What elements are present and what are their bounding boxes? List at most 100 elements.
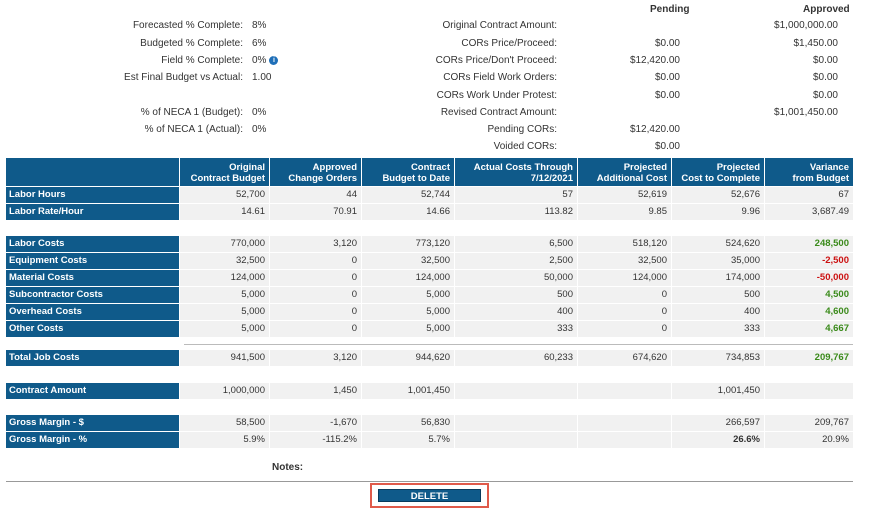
table-cell: 5,000 (362, 304, 454, 320)
row-label: Equipment Costs (6, 253, 179, 269)
cors-dont-proceed-label: CORs Price/Don't Proceed: (435, 55, 557, 66)
table-cell: 248,500 (765, 236, 853, 252)
table-cell: 0 (578, 287, 671, 303)
table-row-gross-margin-dollar: Gross Margin - $58,500 -1,670 56,830 266,59… (6, 415, 853, 431)
table-cell (455, 415, 577, 431)
table-cell: 4,667 (765, 321, 853, 337)
table-cell: 52,619 (578, 187, 671, 203)
table-cell: 0 (578, 321, 671, 337)
cors-protest-pending: $0.00 (654, 90, 680, 101)
table-cell: 52,676 (672, 187, 764, 203)
table-row-subcontractor-costs: Subcontractor Costs 5,000 0 5,000 500 0 500 4,5… (6, 287, 853, 303)
revised-contract-label: Revised Contract Amount: (440, 107, 557, 118)
table-cell: 674,620 (578, 350, 671, 366)
est-final-budget-value: 1.00 (252, 72, 272, 83)
table-cell: 124,000 (180, 270, 269, 286)
notes-label: Notes: (272, 462, 304, 473)
divider (184, 344, 853, 345)
delete-button[interactable]: DELETE (378, 489, 481, 502)
table-row-contract-amount: Contract Amount 1,000,000 1,450 1,001,450 1,… (6, 383, 853, 399)
table-cell: 3,687.49 (765, 204, 853, 220)
field-complete-label: Field % Complete: (161, 55, 243, 66)
table-cell: 734,853 (672, 350, 764, 366)
field-complete-row: 0% i (252, 55, 279, 66)
table-cell: 209,767 (765, 350, 853, 366)
table-cell: 5,000 (180, 321, 269, 337)
cors-protest-label: CORs Work Under Protest: (436, 90, 557, 101)
table-cell: 5.9% (180, 432, 269, 448)
table-cell: 50,000 (455, 270, 577, 286)
table-cell: 2,500 (455, 253, 577, 269)
header-contract-budget-to-date: Contract Budget to Date (362, 158, 454, 186)
pending-cors-label: Pending CORs: (487, 124, 557, 135)
table-row-labor-rate: Labor Rate/Hour 14.61 70.91 14.66 113.82 9.85… (6, 204, 853, 220)
table-cell: 944,620 (362, 350, 454, 366)
table-cell: 1,001,450 (672, 383, 764, 399)
table-cell: 32,500 (180, 253, 269, 269)
table-cell: 44 (270, 187, 361, 203)
cors-field-label: CORs Field Work Orders: (443, 72, 557, 83)
table-cell: 52,744 (362, 187, 454, 203)
table-cell (578, 415, 671, 431)
row-label: Material Costs (6, 270, 179, 286)
cors-proceed-label: CORs Price/Proceed: (461, 38, 557, 49)
table-cell: 770,000 (180, 236, 269, 252)
row-label: Total Job Costs (6, 350, 179, 366)
table-cell: 500 (455, 287, 577, 303)
cors-field-approved: $0.00 (812, 72, 838, 83)
budgeted-complete-label: Budgeted % Complete: (140, 38, 243, 49)
table-row-gross-margin-pct: Gross Margin - % 5.9% -115.2% 5.7% 26.6% 20.9… (6, 432, 853, 448)
header-projected-additional: Projected Additional Cost (578, 158, 671, 186)
table-header: Original Contract Budget Approved Change O… (6, 158, 853, 186)
table-cell: 5,000 (362, 287, 454, 303)
table-cell: 0 (270, 253, 361, 269)
header-approved-change-orders: Approved Change Orders (270, 158, 361, 186)
table-cell: 58,500 (180, 415, 269, 431)
table-cell: 6,500 (455, 236, 577, 252)
forecasted-complete-value: 8% (252, 20, 267, 31)
table-cell: 518,120 (578, 236, 671, 252)
table-cell: -115.2% (270, 432, 361, 448)
table-cell: 0 (578, 304, 671, 320)
table-row-labor-hours: Labor Hours 52,700 44 52,744 57 52,619 52,676 6… (6, 187, 853, 203)
header-variance: Variance from Budget (765, 158, 853, 186)
table-row-material-costs: Material Costs 124,000 0 124,000 50,000 124,0… (6, 270, 853, 286)
table-cell: -1,670 (270, 415, 361, 431)
table-cell: 4,500 (765, 287, 853, 303)
table-cell: 333 (455, 321, 577, 337)
revised-contract-approved: $1,001,450.00 (774, 107, 838, 118)
row-label: Other Costs (6, 321, 179, 337)
table-cell: 56,830 (362, 415, 454, 431)
neca-budget-label: % of NECA 1 (Budget): (140, 107, 243, 118)
table-cell: 9.96 (672, 204, 764, 220)
row-label: Labor Costs (6, 236, 179, 252)
table-cell: 941,500 (180, 350, 269, 366)
table-cell: 0 (270, 287, 361, 303)
table-cell: 14.66 (362, 204, 454, 220)
bottom-divider (6, 481, 853, 482)
delete-highlight: DELETE (370, 483, 489, 508)
table-row-labor-costs: Labor Costs 770,000 3,120 773,120 6,500 518,1… (6, 236, 853, 252)
table-cell: 14.61 (180, 204, 269, 220)
table-cell (765, 383, 853, 399)
table-cell: 1,450 (270, 383, 361, 399)
pending-header: Pending (650, 4, 690, 15)
table-cell: 209,767 (765, 415, 853, 431)
table-cell: 174,000 (672, 270, 764, 286)
table-cell: 32,500 (362, 253, 454, 269)
row-label: Subcontractor Costs (6, 287, 179, 303)
table-cell: 70.91 (270, 204, 361, 220)
table-cell: 67 (765, 187, 853, 203)
table-cell: 5,000 (180, 304, 269, 320)
table-cell: 113.82 (455, 204, 577, 220)
table-cell: 5.7% (362, 432, 454, 448)
info-icon[interactable]: i (269, 55, 279, 65)
cors-dont-proceed-pending: $12,420.00 (629, 55, 680, 66)
voided-cors-label: Voided CORs: (493, 141, 557, 152)
cors-proceed-approved: $1,450.00 (793, 38, 839, 49)
header-blank (6, 158, 179, 186)
table-cell: 773,120 (362, 236, 454, 252)
table-row-equipment-costs: Equipment Costs 32,500 0 32,500 2,500 32,500 3… (6, 253, 853, 269)
pending-cors-pending: $12,420.00 (629, 124, 680, 135)
neca-actual-label: % of NECA 1 (Actual): (144, 124, 243, 135)
